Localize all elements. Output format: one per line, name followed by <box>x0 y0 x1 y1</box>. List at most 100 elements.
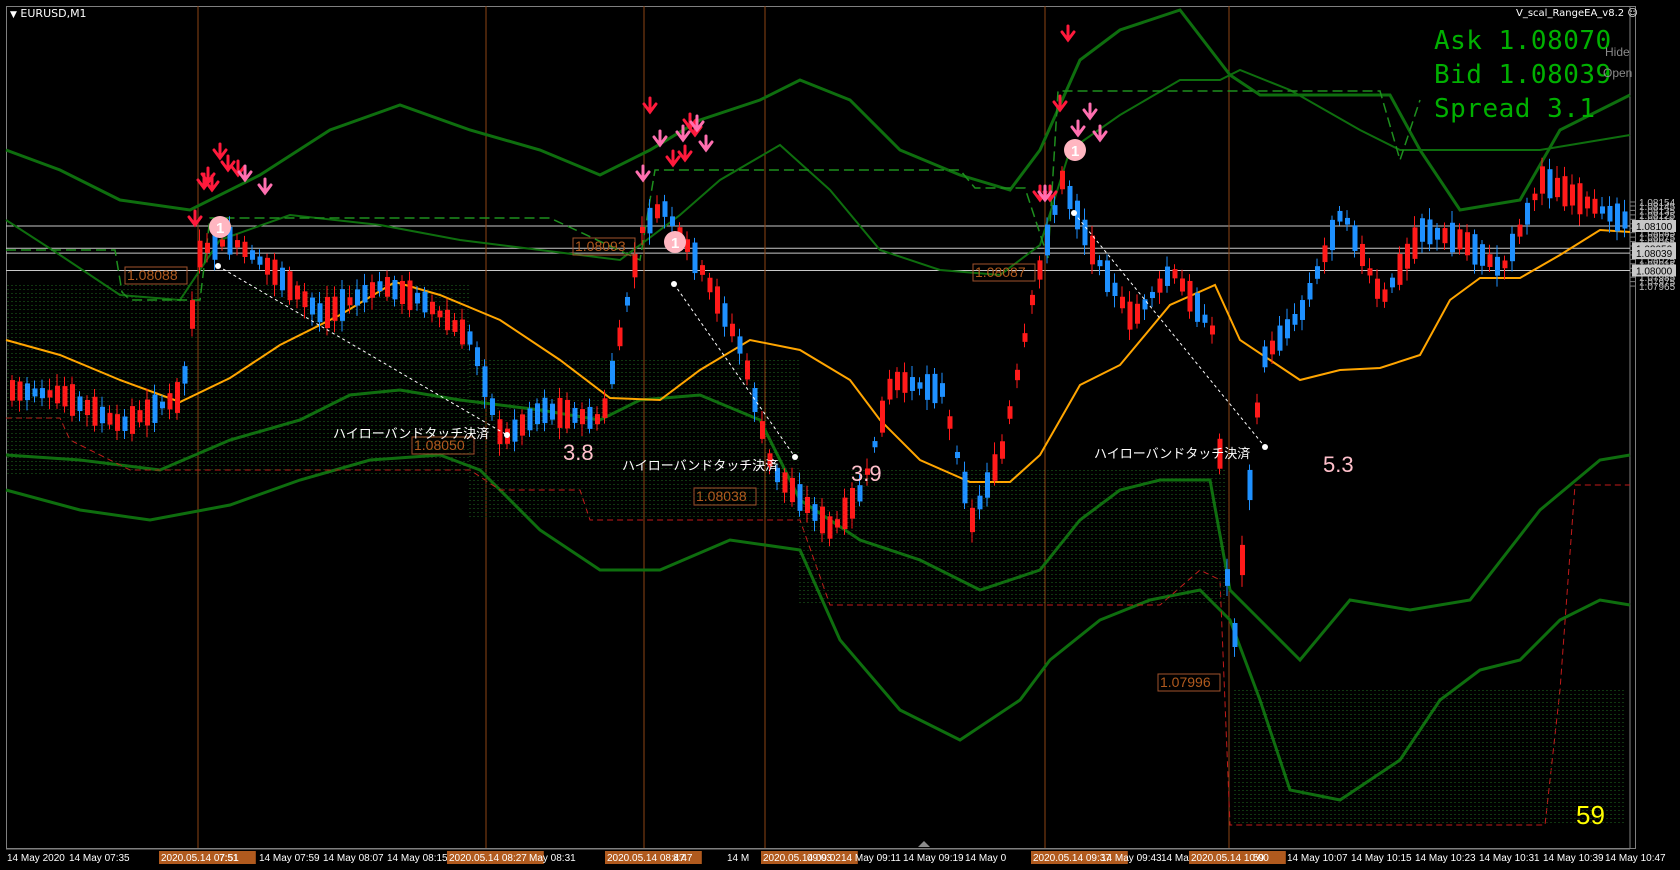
time-label: 8:47 <box>673 853 693 864</box>
bull-candle <box>1337 210 1343 222</box>
bear-candle <box>17 381 23 401</box>
bull-candle <box>542 397 548 424</box>
bear-candle <box>700 265 705 275</box>
bear-candle <box>1532 193 1538 201</box>
bull-candle <box>40 388 45 399</box>
price-chart[interactable]: 1.081541.081451.081351.081251.081151.081… <box>0 0 1680 870</box>
bull-candle <box>1300 300 1305 320</box>
bear-candle <box>1022 333 1028 342</box>
entry-mark-label: 1 <box>216 220 224 237</box>
bull-candle <box>1615 203 1620 232</box>
bear-candle <box>640 226 645 234</box>
bear-candle <box>1322 245 1328 263</box>
bear-candle <box>835 519 840 528</box>
bull-candle <box>1307 283 1313 300</box>
bear-candle <box>265 257 270 275</box>
bull-candle <box>25 383 30 401</box>
bear-candle <box>790 477 795 503</box>
bear-candle <box>407 280 413 311</box>
entry-mark-label: 1 <box>671 235 679 252</box>
bull-candle <box>32 388 38 397</box>
bear-candle <box>655 204 660 219</box>
bear-candle <box>452 320 458 332</box>
bid-quote: Bid 1.08039 <box>1434 60 1612 90</box>
bear-candle <box>895 371 900 391</box>
time-label: 2020.05.14 09:37 <box>1033 853 1111 864</box>
bull-candle <box>1600 206 1605 214</box>
bear-candle <box>1187 280 1193 312</box>
bear-candle <box>707 277 713 293</box>
bear-candle <box>1397 253 1403 285</box>
bull-candle <box>910 377 915 391</box>
bull-candle <box>1352 225 1358 251</box>
bull-candle <box>1480 244 1485 266</box>
bar-countdown: 59 <box>1576 800 1605 830</box>
bear-candle <box>332 296 338 321</box>
bear-candle <box>85 399 90 416</box>
time-label: 14 May 10:39 <box>1543 853 1604 864</box>
bear-candle <box>1517 224 1523 237</box>
symbol-title: EURUSD,M1 <box>20 7 87 20</box>
bear-candle <box>850 488 855 519</box>
bear-candle <box>167 393 173 410</box>
sell-signal-arrow-icon <box>237 164 253 183</box>
bull-candle <box>1225 569 1230 586</box>
exit-reason-label: ハイローバンドタッチ決済 <box>333 426 489 442</box>
bear-candle <box>730 323 735 337</box>
bull-candle <box>415 292 420 304</box>
sell-arrow-icon <box>642 96 658 115</box>
bear-candle <box>1412 227 1418 259</box>
bear-candle <box>445 309 450 331</box>
bear-candle <box>10 380 15 401</box>
bear-candle <box>745 360 750 380</box>
bull-candle <box>857 485 863 502</box>
bear-candle <box>617 327 623 347</box>
bear-candle <box>760 421 765 439</box>
sell-signal-arrow-icon <box>635 164 651 183</box>
bull-candle <box>1165 266 1170 286</box>
hide-button[interactable]: Hide <box>1605 45 1630 59</box>
bear-candle <box>1210 325 1215 335</box>
bull-candle <box>1150 291 1155 299</box>
pips-result-label: 3.8 <box>563 440 594 465</box>
trade-exit-dot <box>792 454 798 460</box>
bear-candle <box>1037 260 1043 280</box>
bull-candle <box>1277 325 1283 351</box>
bear-candle <box>205 242 210 253</box>
bull-candle <box>1247 469 1253 501</box>
bear-candle <box>62 386 68 407</box>
bull-candle <box>1435 227 1440 240</box>
bull-candle <box>1495 256 1500 276</box>
bear-candle <box>1465 232 1470 256</box>
bull-candle <box>610 360 615 385</box>
bear-candle <box>902 372 908 393</box>
bull-candle <box>962 471 968 504</box>
bear-candle <box>1457 229 1463 250</box>
bull-candle <box>1045 224 1050 256</box>
sell-signal-arrow-icon <box>1092 124 1108 143</box>
price-marker-label: 1.08100 <box>1636 222 1673 233</box>
bear-candle <box>272 259 278 285</box>
support-dashed <box>6 417 1630 826</box>
bear-candle <box>602 398 608 418</box>
bull-candle <box>797 484 803 511</box>
ask-quote: Ask 1.08070 <box>1434 26 1612 56</box>
bull-candle <box>250 250 255 260</box>
bear-candle <box>1180 278 1185 292</box>
bull-candle <box>482 366 488 397</box>
open-button[interactable]: Open <box>1603 66 1632 80</box>
bear-candle <box>1502 260 1508 269</box>
bull-candle <box>1472 234 1478 265</box>
bear-candle <box>1270 340 1275 355</box>
bear-candle <box>580 409 585 425</box>
lower-band-outer <box>5 453 1631 802</box>
bear-candle <box>1172 269 1178 279</box>
bull-candle <box>1330 219 1335 251</box>
bear-candle <box>827 516 833 539</box>
title-arrow-icon[interactable]: ▼ <box>10 10 17 20</box>
bear-candle <box>47 390 53 398</box>
bear-candle <box>820 506 825 534</box>
trade-entry-dot <box>215 263 221 269</box>
exit-reason-label: ハイローバンドタッチ決済 <box>1094 446 1250 462</box>
bear-candle <box>145 399 150 426</box>
